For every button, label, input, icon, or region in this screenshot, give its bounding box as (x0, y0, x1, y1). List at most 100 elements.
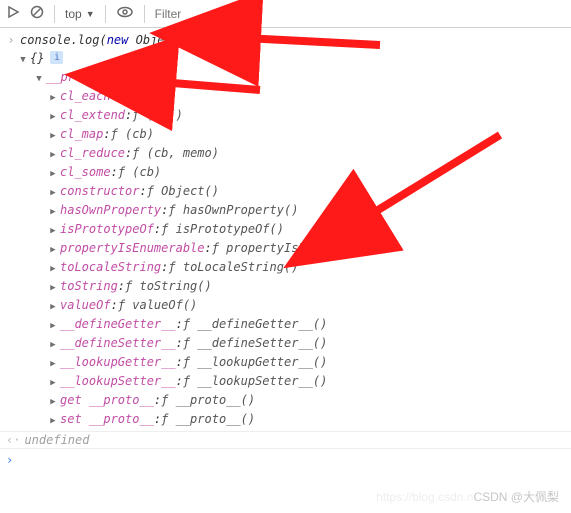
caret-closed-icon (48, 184, 58, 198)
function-signature: ƒ hasOwnProperty() (168, 203, 298, 217)
property-name: propertyIsEnumerable (58, 241, 205, 255)
context-selector[interactable]: top ▼ (65, 7, 95, 21)
caret-closed-icon (48, 336, 58, 350)
property-row[interactable]: constructor: ƒ Object() (18, 181, 571, 200)
filter-input[interactable] (155, 7, 275, 21)
property-name: isPrototypeOf (58, 222, 154, 236)
function-signature: ƒ __defineSetter__() (183, 336, 328, 350)
caret-closed-icon (48, 108, 58, 122)
function-signature: ƒ isPrototypeOf() (161, 222, 284, 236)
caret-closed-icon (48, 241, 58, 255)
property-row[interactable]: propertyIsEnumerable: ƒ propertyIsEnumer… (18, 238, 571, 257)
chevron-down-icon: ▼ (86, 9, 95, 19)
caret-closed-icon (48, 89, 58, 103)
caret-closed-icon (48, 374, 58, 388)
property-row[interactable]: __lookupSetter__: ƒ __lookupSetter__() (18, 371, 571, 390)
property-name: cl_reduce (58, 146, 125, 160)
watermark: https://blog.csdn.nCSDN @大佩梨 (376, 488, 559, 505)
caret-closed-icon (48, 412, 58, 426)
caret-closed-icon (48, 146, 58, 160)
property-name: set __proto__ (58, 412, 154, 426)
proto-label: __proto__ (44, 70, 111, 84)
property-row[interactable]: cl_extend: ƒ (obj) (18, 105, 571, 124)
separator (144, 5, 145, 23)
caret-closed-icon (48, 298, 58, 312)
property-name: __lookupGetter__ (58, 355, 176, 369)
separator (54, 5, 55, 23)
property-row[interactable]: toString: ƒ toString() (18, 276, 571, 295)
property-name: __defineGetter__ (58, 317, 176, 331)
property-row[interactable]: toLocaleString: ƒ toLocaleString() (18, 257, 571, 276)
caret-closed-icon (48, 222, 58, 236)
function-signature: ƒ (obj) (132, 108, 183, 122)
property-name: hasOwnProperty (58, 203, 161, 217)
console-expression: console.log(new Object) (16, 33, 186, 47)
property-name: toLocaleString (58, 260, 161, 274)
caret-closed-icon (48, 165, 58, 179)
property-name: valueOf (58, 298, 111, 312)
console-toolbar: top ▼ (0, 0, 571, 28)
function-signature: ƒ valueOf() (118, 298, 197, 312)
property-name: toString (58, 279, 118, 293)
console-output: › console.log(new Object) {} i __proto__… (0, 28, 571, 471)
function-signature: ƒ __proto__() (161, 412, 255, 426)
property-row[interactable]: cl_each: ƒ (cb) (18, 86, 571, 105)
caret-closed-icon (48, 317, 58, 331)
property-name: constructor (58, 184, 139, 198)
property-row[interactable]: cl_some: ƒ (cb) (18, 162, 571, 181)
console-expression-row[interactable]: › console.log(new Object) (0, 32, 571, 48)
property-name: __defineSetter__ (58, 336, 176, 350)
function-signature: ƒ __proto__() (161, 393, 255, 407)
execute-icon[interactable] (6, 5, 20, 22)
function-signature: ƒ __defineGetter__() (183, 317, 328, 331)
property-name: cl_some (58, 165, 111, 179)
caret-closed-icon (48, 260, 58, 274)
caret-open-icon (18, 51, 28, 65)
property-name: cl_each (58, 89, 111, 103)
return-row: ‹· undefined (0, 431, 571, 448)
separator (105, 5, 106, 23)
caret-closed-icon (48, 127, 58, 141)
proto-row[interactable]: __proto__: (18, 67, 571, 86)
property-row[interactable]: hasOwnProperty: ƒ hasOwnProperty() (18, 200, 571, 219)
chevron-right-icon: › (6, 33, 16, 47)
property-row[interactable]: valueOf: ƒ valueOf() (18, 295, 571, 314)
function-signature: ƒ (cb) (118, 89, 161, 103)
property-row[interactable]: __lookupGetter__: ƒ __lookupGetter__() (18, 352, 571, 371)
function-signature: ƒ (cb) (118, 165, 161, 179)
function-signature: ƒ Object() (147, 184, 219, 198)
function-signature: ƒ (cb, memo) (132, 146, 219, 160)
property-name: __lookupSetter__ (58, 374, 176, 388)
property-row[interactable]: set __proto__: ƒ __proto__() (18, 409, 571, 428)
object-tree: {} i __proto__: cl_each: ƒ (cb)cl_extend… (0, 48, 571, 428)
clear-console-icon[interactable] (30, 5, 44, 22)
object-literal: {} (28, 51, 44, 65)
eye-icon[interactable] (116, 5, 134, 22)
caret-closed-icon (48, 279, 58, 293)
info-icon[interactable]: i (50, 51, 63, 64)
context-label: top (65, 7, 82, 21)
function-signature: ƒ propertyIsEnumerable() (212, 241, 385, 255)
caret-closed-icon (48, 355, 58, 369)
function-signature: ƒ toLocaleString() (168, 260, 298, 274)
return-arrow-icon: ‹· (6, 433, 20, 447)
property-name: get __proto__ (58, 393, 154, 407)
property-row[interactable]: __defineSetter__: ƒ __defineSetter__() (18, 333, 571, 352)
property-row[interactable]: cl_map: ƒ (cb) (18, 124, 571, 143)
function-signature: ƒ toString() (125, 279, 212, 293)
function-signature: ƒ (cb) (111, 127, 154, 141)
caret-closed-icon (48, 393, 58, 407)
property-row[interactable]: isPrototypeOf: ƒ isPrototypeOf() (18, 219, 571, 238)
property-row[interactable]: __defineGetter__: ƒ __defineGetter__() (18, 314, 571, 333)
console-prompt-row[interactable]: › (0, 448, 571, 471)
caret-closed-icon (48, 203, 58, 217)
undefined-value: undefined (20, 433, 89, 447)
caret-open-icon (34, 70, 44, 84)
object-root[interactable]: {} i (18, 48, 571, 67)
property-row[interactable]: cl_reduce: ƒ (cb, memo) (18, 143, 571, 162)
property-name: cl_map (58, 127, 103, 141)
property-name: cl_extend (58, 108, 125, 122)
property-row[interactable]: get __proto__: ƒ __proto__() (18, 390, 571, 409)
function-signature: ƒ __lookupGetter__() (183, 355, 328, 369)
prompt-icon: › (6, 453, 13, 467)
